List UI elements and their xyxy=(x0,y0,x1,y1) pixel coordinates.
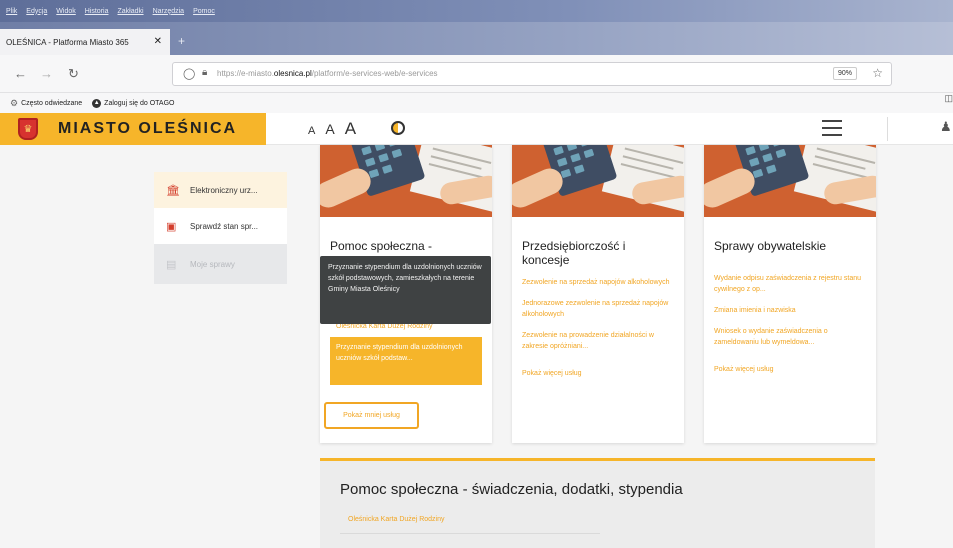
sidemenu-item-my-cases[interactable]: ▤ Moje sprawy xyxy=(154,244,287,284)
sidebar-toggle-icon[interactable]: ◫ xyxy=(944,93,953,104)
bookmark-otago-login[interactable]: ▲ Zaloguj się do OTAGO xyxy=(92,98,174,108)
font-medium-button[interactable]: A xyxy=(325,121,334,137)
menu-plik[interactable]: Plik xyxy=(6,8,17,15)
menu-narzedzia[interactable]: Narzędzia xyxy=(153,8,185,15)
address-bar[interactable]: ◯ 🔒︎ https://e-miasto.olesnica.pl/platfo… xyxy=(172,62,892,86)
city-crest-icon: ♛ xyxy=(18,118,38,140)
category-section: Pomoc społeczna - świadczenia, dodatki, … xyxy=(320,458,875,548)
side-menu: 🏛︎ Elektroniczny urz... ▣ Sprawdź stan s… xyxy=(154,172,287,284)
browser-menubar: Plik Edycja Widok Historia Zakładki Narz… xyxy=(0,0,953,22)
user-icon[interactable]: ♟ xyxy=(940,119,952,135)
contrast-icon[interactable] xyxy=(391,121,405,135)
service-link[interactable]: Wniosek o wydanie zaświadczenia o zameld… xyxy=(714,326,864,348)
tab-title: OLEŚNICA - Platforma Miasto 365 xyxy=(6,37,129,47)
service-link[interactable]: Zezwolenie na sprzedaż napojów alkoholow… xyxy=(522,277,672,288)
divider xyxy=(340,533,600,534)
folder-icon: ▤ xyxy=(166,258,177,271)
brand-name: MIASTO OLEŚNICA xyxy=(58,120,238,137)
service-link[interactable]: Zezwolenie na prowadzenie działalności w… xyxy=(522,330,672,352)
new-tab-icon[interactable]: + xyxy=(178,34,185,48)
service-link[interactable]: Wydanie odpisu zaświadczenia z rejestru … xyxy=(714,273,864,295)
navigation-bar: ← → ↻ ◯ 🔒︎ https://e-miasto.olesnica.pl/… xyxy=(0,55,953,93)
sidemenu-item-e-office[interactable]: 🏛︎ Elektroniczny urz... xyxy=(154,172,287,208)
section-title: Pomoc społeczna - świadczenia, dodatki, … xyxy=(340,481,683,498)
card-image xyxy=(512,145,684,217)
font-large-button[interactable]: A xyxy=(345,119,356,139)
card-image xyxy=(704,145,876,217)
browser-tab[interactable]: OLEŚNICA - Platforma Miasto 365 ✕ xyxy=(0,29,170,55)
service-tooltip: Przyznanie stypendium dla uzdolnionych u… xyxy=(320,256,491,324)
document-search-icon: ▣ xyxy=(166,220,177,233)
shield-icon[interactable]: ◯ xyxy=(183,67,195,80)
reload-icon[interactable]: ↻ xyxy=(68,66,79,82)
bookmark-star-icon[interactable]: ☆ xyxy=(872,66,883,80)
bookmarks-toolbar: ⚙ Często odwiedzane ▲ Zaloguj się do OTA… xyxy=(0,93,953,113)
otago-icon: ▲ xyxy=(92,98,102,108)
service-link-highlighted[interactable]: Przyznanie stypendium dla uzdolnionych u… xyxy=(330,337,482,385)
forward-icon[interactable]: → xyxy=(40,66,53,81)
url-text[interactable]: https://e-miasto.olesnica.pl/platform/e-… xyxy=(217,69,438,78)
card-title: Przedsiębiorczość i koncesje xyxy=(522,239,626,267)
back-icon[interactable]: ← xyxy=(14,66,27,81)
service-link[interactable]: Zmiana imienia i nazwiska xyxy=(714,305,864,316)
service-link[interactable]: Oleśnicka Karta Dużej Rodziny xyxy=(336,323,492,331)
card-title: Sprawy obywatelskie xyxy=(714,239,827,253)
service-link[interactable]: Jednorazowe zezwolenie na sprzedaż napoj… xyxy=(522,298,672,320)
show-more-services-link[interactable]: Pokaż więcej usług xyxy=(714,366,876,373)
service-link[interactable]: Oleśnicka Karta Dużej Rodziny xyxy=(348,516,875,523)
sidemenu-item-check-status[interactable]: ▣ Sprawdź stan spr... xyxy=(154,208,287,244)
service-card-business: Przedsiębiorczość i koncesje Zezwolenie … xyxy=(512,145,684,443)
lock-icon[interactable]: 🔒︎ xyxy=(202,67,207,78)
menu-widok[interactable]: Widok xyxy=(56,8,75,15)
tab-strip: OLEŚNICA - Platforma Miasto 365 ✕ + xyxy=(0,22,953,55)
gear-icon: ⚙ xyxy=(10,97,19,108)
menu-edycja[interactable]: Edycja xyxy=(26,8,47,15)
brand-bar[interactable]: ♛ MIASTO OLEŚNICA xyxy=(0,113,266,145)
show-fewer-services-button[interactable]: Pokaż mniej usług xyxy=(324,402,419,429)
card-image xyxy=(320,145,492,217)
service-card-civil-affairs: Sprawy obywatelskie Wydanie odpisu zaświ… xyxy=(704,145,876,443)
menu-zakladki[interactable]: Zakładki xyxy=(117,8,143,15)
close-tab-icon[interactable]: ✕ xyxy=(154,36,162,47)
building-icon: 🏛︎ xyxy=(166,184,180,197)
font-size-controls: A A A xyxy=(308,119,356,139)
hamburger-menu-icon[interactable] xyxy=(822,120,842,141)
font-small-button[interactable]: A xyxy=(308,125,315,137)
show-more-services-link[interactable]: Pokaż więcej usług xyxy=(522,370,684,377)
menu-historia[interactable]: Historia xyxy=(85,8,109,15)
site-header: ♛ MIASTO OLEŚNICA A A A ♟ xyxy=(0,113,953,145)
menu-pomoc[interactable]: Pomoc xyxy=(193,8,215,15)
page-content: 🏛︎ Elektroniczny urz... ▣ Sprawdź stan s… xyxy=(0,145,953,548)
bookmark-most-visited[interactable]: ⚙ Często odwiedzane xyxy=(10,98,82,109)
card-title: Pomoc społeczna - xyxy=(330,239,433,253)
zoom-level[interactable]: 90% xyxy=(832,67,857,80)
header-divider xyxy=(887,117,888,141)
